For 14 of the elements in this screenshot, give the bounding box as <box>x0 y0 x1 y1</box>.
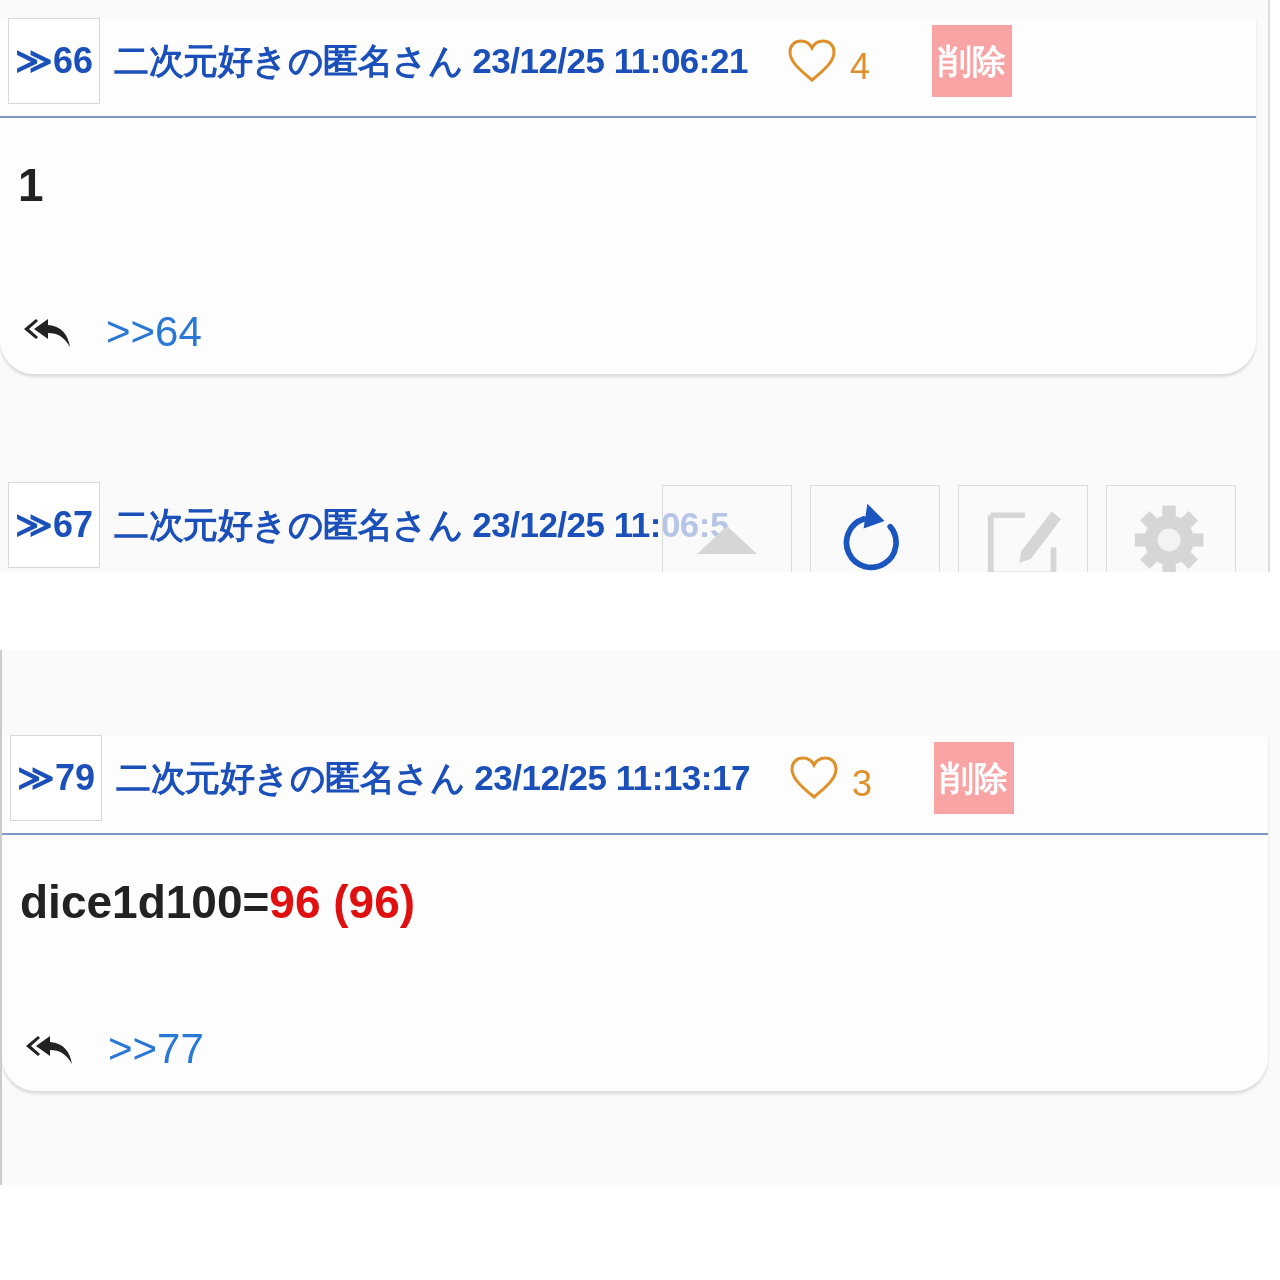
post-number[interactable]: ≫66 <box>8 18 101 104</box>
heart-icon[interactable] <box>789 756 838 800</box>
post-number[interactable]: ≫79 <box>10 735 103 821</box>
reply-link[interactable]: >>64 <box>106 308 202 356</box>
reply-link[interactable]: >>77 <box>108 1025 204 1073</box>
post-author-date: 二次元好きの匿名さん 23/12/25 11:13:17 <box>116 756 750 799</box>
like-count: 4 <box>849 46 870 88</box>
post-author-date: 二次元好きの匿名さん 23/12/25 11:06:5 <box>114 503 729 546</box>
like-count: 3 <box>851 763 872 805</box>
post-author-date: 二次元好きの匿名さん 23/12/25 11:06:21 <box>114 39 748 82</box>
heart-icon[interactable] <box>787 39 836 83</box>
post-number[interactable]: ≫67 <box>8 482 101 568</box>
post-body: 1 <box>17 158 45 213</box>
post-body: dice1d100=96 (96) <box>19 875 417 930</box>
